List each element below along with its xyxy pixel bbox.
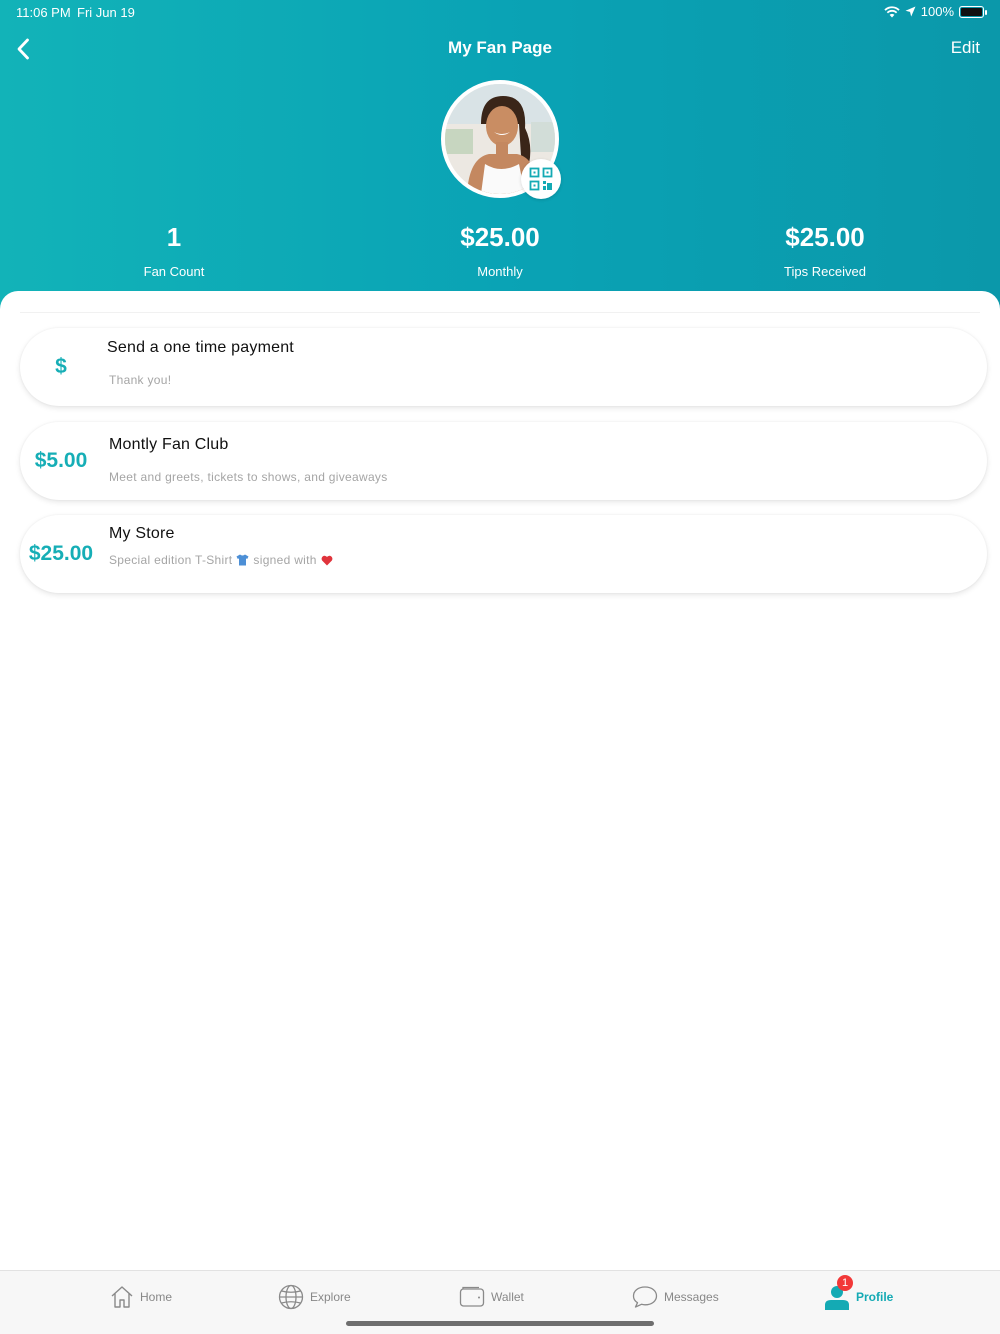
page-title: My Fan Page (448, 38, 552, 57)
tab-label: Messages (664, 1290, 719, 1304)
card-amount: $25.00 (28, 542, 94, 565)
edit-button[interactable]: Edit (951, 38, 980, 58)
back-button[interactable] (8, 34, 38, 64)
tab-home[interactable]: Home (110, 1283, 172, 1311)
stat-monthly: $25.00 Monthly (380, 222, 620, 279)
card-subtitle-prefix: Special edition T-Shirt (109, 553, 233, 567)
tab-label: Wallet (491, 1290, 524, 1304)
card-subtitle: Thank you! (109, 373, 172, 387)
stat-value: 1 (166, 222, 182, 252)
qr-code-icon (529, 167, 553, 191)
card-amount: $5.00 (34, 449, 88, 472)
stat-value: $25.00 (460, 222, 540, 252)
wallet-icon (459, 1286, 485, 1307)
stat-fan-count: 1 Fan Count (54, 222, 294, 279)
status-indicators: 100% (884, 4, 987, 19)
stat-tips-received: $25.00 Tips Received (705, 222, 945, 279)
content-sheet: $ Send a one time payment Thank you! $5.… (0, 291, 1000, 1270)
location-arrow-icon (905, 6, 916, 17)
tab-label: Home (140, 1290, 173, 1304)
qr-code-button[interactable] (521, 159, 561, 199)
stat-label: Fan Count (143, 264, 205, 279)
stat-label: Monthly (477, 264, 523, 279)
card-amount: $ (55, 355, 67, 378)
globe-icon (278, 1284, 304, 1310)
store-card[interactable]: $25.00 My Store Special edition T-Shirt … (20, 515, 987, 593)
card-title: Send a one time payment (107, 339, 294, 356)
status-bar: 11:06 PM Fri Jun 19 100% (0, 0, 1000, 24)
tab-messages[interactable]: Messages (632, 1283, 719, 1311)
heart-icon (321, 555, 333, 565)
profile-avatar-container (441, 80, 561, 199)
status-time: 11:06 PM (16, 5, 71, 20)
home-icon (111, 1286, 133, 1308)
stat-label: Tips Received (784, 264, 866, 279)
battery-percent: 100% (920, 4, 954, 19)
tab-label: Profile (856, 1290, 894, 1304)
chevron-left-icon (17, 38, 29, 60)
card-subtitle: Special edition T-Shirt signed with (109, 553, 333, 567)
wifi-icon (884, 5, 900, 17)
notification-badge: 1 (837, 1275, 853, 1291)
one-time-payment-card[interactable]: $ Send a one time payment Thank you! (20, 328, 987, 406)
card-subtitle: Meet and greets, tickets to shows, and g… (109, 470, 388, 484)
fan-club-card[interactable]: $5.00 Montly Fan Club Meet and greets, t… (20, 422, 987, 500)
card-title: Montly Fan Club (109, 436, 229, 453)
tab-label: Explore (310, 1290, 351, 1304)
card-subtitle-mid: signed with (253, 553, 317, 567)
home-indicator (346, 1321, 654, 1326)
tab-wallet[interactable]: Wallet (459, 1283, 524, 1311)
tab-explore[interactable]: Explore (278, 1283, 351, 1311)
status-date: Fri Jun 19 (77, 5, 135, 20)
t-shirt-icon (236, 554, 249, 566)
battery-icon (959, 5, 987, 18)
profile-header: 11:06 PM Fri Jun 19 100% My Fan Page Edi… (0, 0, 1000, 320)
divider (20, 312, 980, 313)
tab-profile[interactable]: 1 Profile (824, 1275, 894, 1311)
chat-bubble-icon (632, 1286, 658, 1308)
card-title: My Store (109, 525, 175, 542)
stat-value: $25.00 (785, 222, 865, 252)
